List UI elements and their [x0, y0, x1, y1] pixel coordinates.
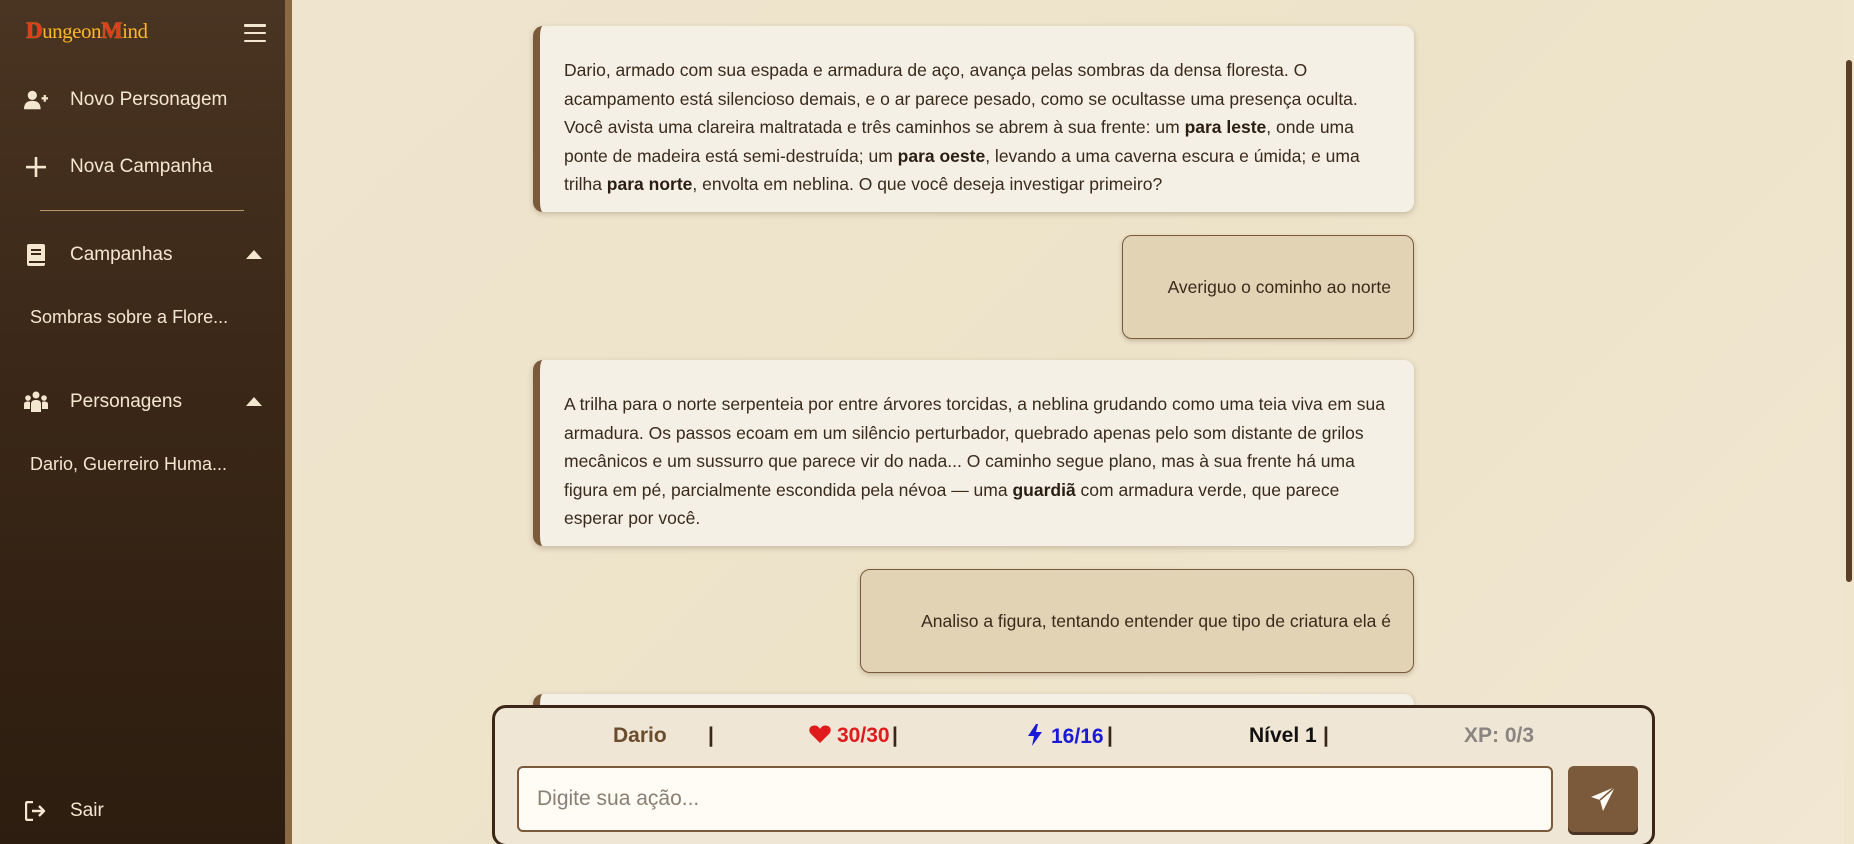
send-button[interactable] [1568, 766, 1638, 832]
xp-stat: XP: 0/3 [1464, 724, 1535, 747]
logo-word-2: ind [122, 19, 148, 43]
scrollbar-thumb[interactable] [1846, 60, 1852, 582]
direction-north: para norte [606, 174, 693, 194]
campaigns-header: Campanhas [70, 244, 173, 265]
action-composer: Dario | 30/30 | 16/16 | Nível 1 | XP: 0/… [492, 705, 1655, 844]
logo-word-1: ungeon [42, 19, 101, 43]
plus-icon [24, 155, 48, 179]
level-stat: Nível 1 [1249, 724, 1317, 747]
characters-header: Personagens [70, 391, 182, 412]
menu-toggle-icon[interactable] [244, 24, 266, 42]
paper-plane-icon [1591, 786, 1616, 811]
chat-area: Dario, armado com sua espada e armadura … [299, 0, 1854, 844]
character-item[interactable]: Dario, Guerreiro Huma... [30, 454, 227, 475]
energy-value: 16/16 [1051, 725, 1104, 748]
user-plus-icon [24, 88, 48, 112]
character-stats-bar: Dario | 30/30 | 16/16 | Nível 1 | XP: 0/… [613, 724, 1535, 749]
health-value: 30/30 [837, 724, 890, 747]
logo-initial-d: D [26, 18, 43, 43]
chevron-up-icon [246, 397, 262, 406]
app-logo[interactable]: DungeonMind [26, 18, 148, 44]
new-campaign-button[interactable]: Nova Campanha [0, 145, 280, 189]
logout-icon [24, 799, 48, 823]
characters-section-toggle[interactable]: Personagens [0, 380, 280, 424]
narrator-message: A trilha para o norte serpenteia por ent… [533, 360, 1414, 546]
logout-button[interactable]: Sair [0, 789, 280, 833]
users-icon [24, 390, 48, 414]
book-icon [24, 243, 48, 267]
bolt-icon [1028, 724, 1042, 746]
logo-initial-m: M [100, 18, 123, 43]
health-stat: 30/30 [809, 724, 890, 748]
direction-east: para leste [1184, 117, 1267, 137]
action-input[interactable] [517, 766, 1553, 832]
campaigns-section-toggle[interactable]: Campanhas [0, 233, 280, 277]
energy-stat: 16/16 [1027, 724, 1104, 749]
character-name: Dario [613, 724, 667, 747]
sidebar-divider [40, 210, 244, 211]
direction-west: para oeste [897, 145, 986, 166]
chat-scrollbar[interactable] [1844, 0, 1854, 844]
keyword-guardian: guardiã [1012, 479, 1076, 500]
campaign-item[interactable]: Sombras sobre a Flore... [30, 307, 228, 328]
player-message: Analiso a figura, tentando entender que … [860, 569, 1414, 673]
heart-icon [809, 725, 831, 743]
sidebar: DungeonMind Novo Personagem Nova Campanh… [0, 0, 292, 844]
logout-label: Sair [70, 800, 104, 821]
player-message: Averiguo o cominho ao norte [1122, 235, 1414, 339]
new-character-label: Novo Personagem [70, 89, 228, 110]
new-character-button[interactable]: Novo Personagem [0, 78, 280, 122]
narrator-message: Dario, armado com sua espada e armadura … [533, 26, 1414, 212]
new-campaign-label: Nova Campanha [70, 156, 213, 177]
chevron-up-icon [246, 250, 262, 259]
